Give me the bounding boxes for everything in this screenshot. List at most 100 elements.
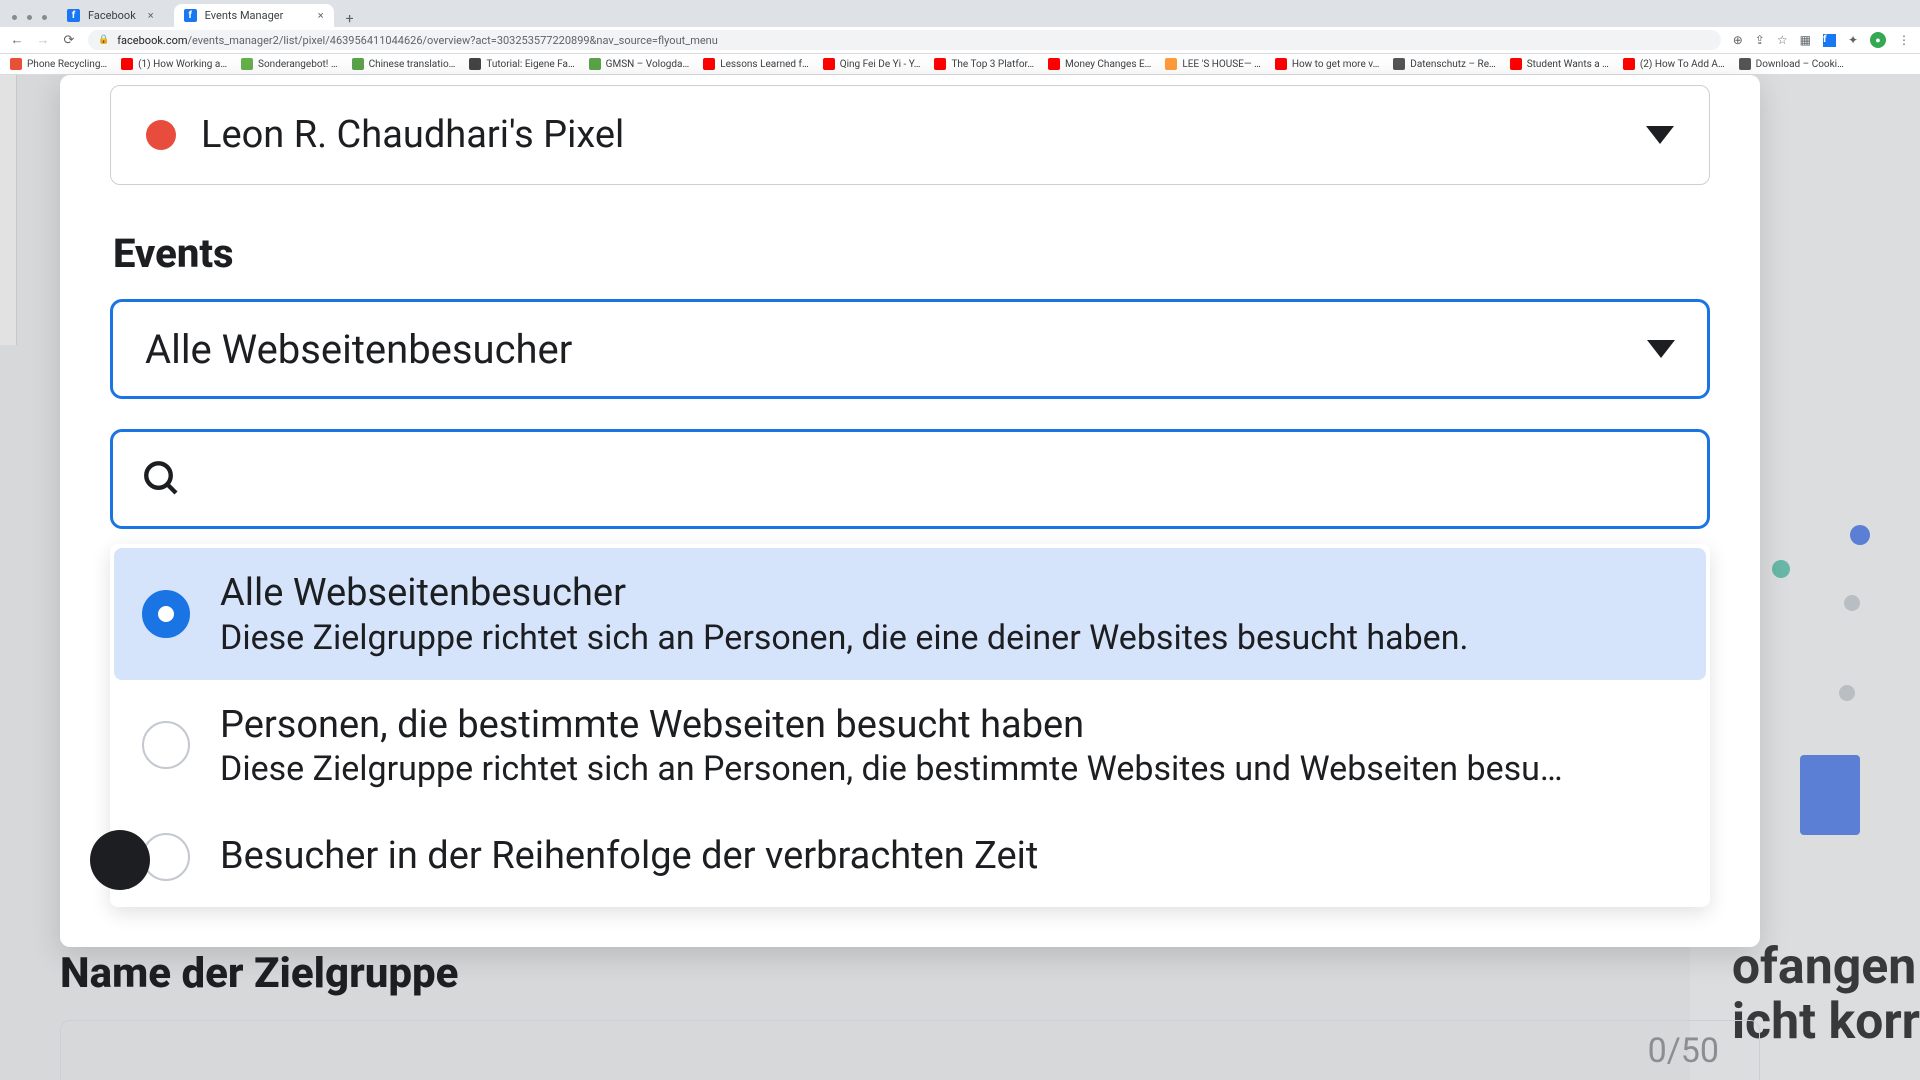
events-dropdown[interactable]: Alle Webseitenbesucher (110, 299, 1710, 399)
option-desc: Diese Zielgruppe richtet sich an Persone… (220, 749, 1678, 789)
search-icon (141, 458, 183, 500)
browser-tab-strip: Facebook × Events Manager × + (0, 0, 1920, 27)
bookmark-item[interactable]: Datenschutz – Re… (1393, 58, 1495, 70)
menu-icon[interactable]: ⋮ (1898, 33, 1910, 47)
bookmark-favicon (589, 58, 601, 70)
tab-events-manager[interactable]: Events Manager × (174, 4, 334, 27)
bookmark-label: Money Changes E… (1065, 59, 1151, 70)
bookmark-item[interactable]: Chinese translatio… (352, 58, 456, 70)
profile-avatar[interactable]: ● (1870, 32, 1886, 48)
bookmark-item[interactable]: Tutorial: Eigene Fa… (469, 58, 574, 70)
facebook-icon (67, 9, 80, 22)
bookmark-label: Tutorial: Eigene Fa… (486, 59, 574, 70)
bookmark-label: (1) How Working a… (138, 59, 227, 70)
lock-icon: 🔒 (98, 35, 109, 45)
audience-name-section: Name der Zielgruppe 0/50 (60, 949, 1760, 1080)
page-content: ofangenicht korr Leon R. Chaudhari's Pix… (0, 75, 1920, 1080)
address-bar[interactable]: 🔒 facebook.com/events_manager2/list/pixe… (88, 30, 1721, 50)
bookmark-item[interactable]: GMSN – Vologda… (589, 58, 690, 70)
search-url-icon[interactable]: ⊕ (1733, 33, 1743, 47)
bookmark-favicon (469, 58, 481, 70)
events-option[interactable]: Alle WebseitenbesucherDiese Zielgruppe r… (114, 548, 1706, 680)
bookmark-favicon (934, 58, 946, 70)
bookmark-item[interactable]: Lessons Learned f… (703, 58, 809, 70)
bookmark-favicon (10, 58, 22, 70)
bookmark-label: Student Wants a … (1527, 59, 1609, 70)
bookmark-label: Lessons Learned f… (720, 59, 809, 70)
pixel-status-dot-icon (146, 120, 176, 150)
bookmark-label: Download – Cooki… (1756, 59, 1844, 70)
bookmark-favicon (1393, 58, 1405, 70)
bookmark-favicon (352, 58, 364, 70)
bookmark-item[interactable]: Sonderangebot! … (241, 58, 338, 70)
facebook-icon (184, 9, 197, 22)
bookmark-item[interactable]: (1) How Working a… (121, 58, 227, 70)
events-option[interactable]: Besucher in der Reihenfolge der verbrach… (114, 811, 1706, 903)
share-icon[interactable]: ⇪ (1755, 33, 1765, 47)
events-options-list: Alle WebseitenbesucherDiese Zielgruppe r… (110, 544, 1710, 907)
new-tab-button[interactable]: + (346, 11, 354, 27)
bookmark-favicon (1623, 58, 1635, 70)
bookmark-label: The Top 3 Platfor… (951, 59, 1034, 70)
audience-name-input[interactable]: 0/50 (60, 1020, 1760, 1080)
chevron-down-icon (1647, 340, 1675, 358)
bookmark-label: How to get more v… (1292, 59, 1379, 70)
url-path: /events_manager2/list/pixel/463956411044… (188, 34, 718, 47)
bookmark-favicon (1510, 58, 1522, 70)
events-option[interactable]: Personen, die bestimmte Webseiten besuch… (114, 680, 1706, 812)
floating-action-button[interactable] (90, 830, 150, 890)
bookmark-favicon (823, 58, 835, 70)
back-icon[interactable]: ← (10, 32, 24, 48)
close-icon[interactable]: × (148, 9, 154, 22)
bookmark-label: Chinese translatio… (369, 59, 456, 70)
browser-toolbar: ← → ⟳ 🔒 facebook.com/events_manager2/lis… (0, 27, 1920, 54)
option-title: Personen, die bestimmte Webseiten besuch… (220, 702, 1678, 750)
events-search-box[interactable] (110, 429, 1710, 529)
bookmark-item[interactable]: Phone Recycling… (10, 58, 107, 70)
bookmarks-bar: Phone Recycling… (1) How Working a… Sonder… (0, 54, 1920, 75)
reload-icon[interactable]: ⟳ (62, 33, 76, 48)
bookmark-favicon (703, 58, 715, 70)
events-selected-value: Alle Webseitenbesucher (145, 326, 572, 373)
bookmark-label: (2) How To Add A… (1640, 59, 1725, 70)
radio-icon (142, 590, 190, 638)
bookmark-item[interactable]: Qing Fei De Yi - Y… (823, 58, 921, 70)
bookmark-favicon (121, 58, 133, 70)
bookmark-favicon (1275, 58, 1287, 70)
bookmark-item[interactable]: Download – Cooki… (1739, 58, 1844, 70)
bookmark-item[interactable]: The Top 3 Platfor… (934, 58, 1034, 70)
bookmark-favicon (241, 58, 253, 70)
window-controls (12, 15, 47, 27)
bookmark-item[interactable]: Money Changes E… (1048, 58, 1151, 70)
bookmark-label: GMSN – Vologda… (606, 59, 690, 70)
pixel-name: Leon R. Chaudhari's Pixel (201, 113, 624, 157)
tab-facebook[interactable]: Facebook × (57, 4, 164, 27)
bookmark-item[interactable]: How to get more v… (1275, 58, 1379, 70)
bookmark-favicon (1048, 58, 1060, 70)
facebook-ext-icon[interactable] (1823, 34, 1836, 47)
star-icon[interactable]: ☆ (1777, 33, 1788, 47)
bookmark-item[interactable]: (2) How To Add A… (1623, 58, 1725, 70)
radio-icon (142, 721, 190, 769)
bookmark-item[interactable]: Student Wants a … (1510, 58, 1609, 70)
tab-title: Facebook (88, 9, 136, 22)
url-host: facebook.com (117, 34, 187, 47)
option-desc: Diese Zielgruppe richtet sich an Persone… (220, 618, 1678, 658)
tab-title: Events Manager (205, 9, 284, 22)
chevron-down-icon (1646, 126, 1674, 144)
bookmark-favicon (1739, 58, 1751, 70)
grid-icon[interactable]: ▦ (1800, 33, 1811, 47)
bookmark-label: LEE 'S HOUSE— … (1182, 59, 1261, 70)
audience-name-label: Name der Zielgruppe (60, 949, 1760, 998)
char-counter: 0/50 (1648, 1031, 1719, 1071)
option-title: Alle Webseitenbesucher (220, 570, 1678, 618)
events-heading: Events (113, 230, 1710, 277)
pixel-selector[interactable]: Leon R. Chaudhari's Pixel (110, 85, 1710, 185)
bookmark-item[interactable]: LEE 'S HOUSE— … (1165, 58, 1261, 70)
bookmark-label: Phone Recycling… (27, 59, 107, 70)
forward-icon: → (36, 32, 50, 48)
extensions-icon[interactable]: ✦ (1848, 33, 1858, 47)
bookmark-label: Datenschutz – Re… (1410, 59, 1495, 70)
events-search-input[interactable] (208, 456, 1679, 503)
close-icon[interactable]: × (318, 9, 324, 22)
